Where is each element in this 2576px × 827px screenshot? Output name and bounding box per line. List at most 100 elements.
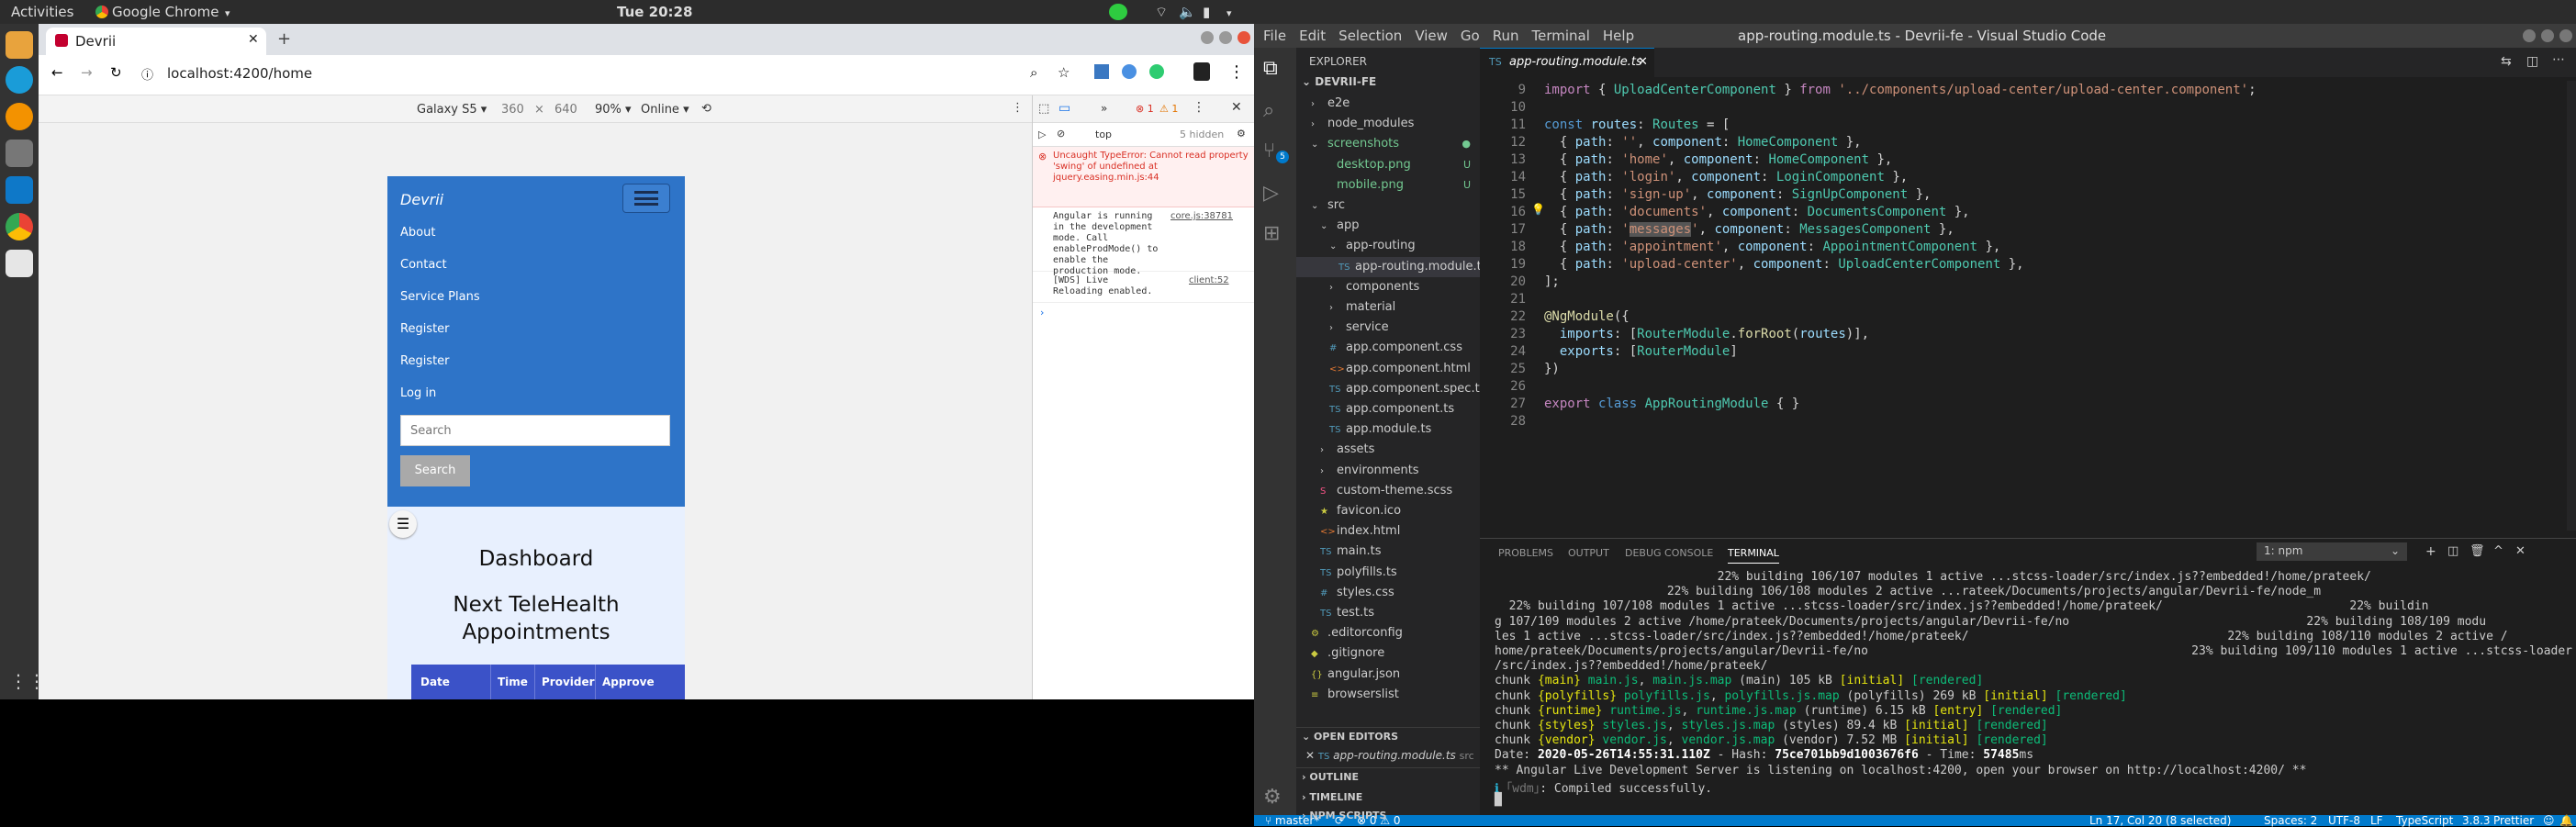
url-field[interactable]: localhost:4200/home [167, 65, 312, 82]
devtools-menu-icon[interactable]: ⋮ [1193, 100, 1205, 115]
sidebar-toggle-icon[interactable]: ▷ [1038, 129, 1046, 140]
device-height[interactable]: 640 [554, 103, 577, 117]
tree-file[interactable]: ≡ browserslist [1296, 685, 1480, 705]
lightbulb-icon[interactable]: 💡 [1531, 203, 1545, 216]
extension-2-icon[interactable] [1122, 64, 1137, 79]
tree-folder[interactable]: ⌄ app [1296, 216, 1480, 236]
postman-icon[interactable] [6, 103, 33, 130]
nav-link-register-2[interactable]: Register [400, 354, 450, 368]
feedback-icon[interactable]: ☺ [2543, 814, 2555, 827]
nav-link-register-1[interactable]: Register [400, 322, 450, 336]
sidebar-menu-icon[interactable]: ☰ [389, 510, 417, 538]
vscode-minimize-button[interactable] [2523, 29, 2536, 42]
tree-file[interactable]: ★ favicon.ico [1296, 501, 1480, 521]
info-source-link[interactable]: core.js:38781 [1170, 211, 1233, 221]
navbar-toggle-button[interactable] [622, 184, 670, 213]
terminal-output[interactable]: 22% building 106/107 modules 1 active ..… [1480, 566, 2576, 814]
nav-link-login[interactable]: Log in [400, 386, 436, 400]
code-area[interactable]: 9 import { UploadCenterComponent } from … [1480, 83, 2576, 532]
table-header-approve[interactable]: Approve [602, 676, 655, 688]
clear-console-icon[interactable]: ⊘ [1057, 128, 1065, 140]
editor-scrollbar[interactable] [2567, 81, 2576, 531]
chrome-icon[interactable] [6, 213, 33, 240]
info-icon[interactable]: ⓘ [141, 65, 153, 83]
run-debug-icon[interactable]: ▷ [1263, 182, 1279, 205]
menu-selection[interactable]: Selection [1338, 28, 1402, 44]
search-button[interactable]: Search [400, 455, 470, 486]
app-menu[interactable]: Google Chrome [112, 4, 219, 20]
brand-logo[interactable]: Devrii [400, 191, 443, 208]
project-folder[interactable]: ⌄ DEVRII-FE [1302, 75, 1376, 88]
outline-header[interactable]: › OUTLINE [1302, 771, 1359, 783]
editor-more-icon[interactable]: ⋯ [2552, 52, 2565, 67]
tree-folder[interactable]: ⌄ src [1296, 196, 1480, 216]
notifications-icon[interactable]: 🔔 [2559, 814, 2573, 827]
table-header-provider[interactable]: Provider [542, 676, 595, 688]
npm-scripts-header[interactable]: › NPM SCRIPTS [1302, 810, 1386, 821]
wds-source-link[interactable]: client:52 [1189, 275, 1229, 285]
tab-output[interactable]: OUTPUT [1568, 547, 1609, 559]
nav-link-contact[interactable]: Contact [400, 258, 447, 272]
tree-file[interactable]: TS main.ts [1296, 542, 1480, 562]
close-devtools-icon[interactable]: ✕ [1231, 100, 1242, 115]
tab-problems[interactable]: PROBLEMS [1498, 547, 1553, 559]
cursor-position[interactable]: Ln 17, Col 20 (8 selected) [2089, 814, 2231, 827]
profile-avatar[interactable] [1193, 62, 1210, 81]
tree-file[interactable]: # styles.css [1296, 583, 1480, 603]
error-count[interactable]: ⊗ 1 [1136, 103, 1154, 115]
indentation[interactable]: Spaces: 2 [2264, 814, 2317, 827]
error-text[interactable]: Uncaught TypeError: Cannot read property… [1053, 151, 1251, 184]
clock[interactable]: Tue 20:28 [617, 4, 692, 20]
tree-file[interactable]: <>app.component.html [1296, 359, 1480, 379]
zoom-select[interactable]: 90% ▾ [595, 103, 632, 117]
chrome-menu-icon[interactable]: ⋮ [1228, 62, 1245, 82]
encoding[interactable]: UTF-8 [2328, 814, 2360, 827]
tree-folder[interactable]: ⌄ screenshots ● [1296, 134, 1480, 154]
document-viewer-icon[interactable] [6, 250, 33, 277]
tab-debug-console[interactable]: DEBUG CONSOLE [1625, 547, 1713, 559]
tab-terminal[interactable]: TERMINAL [1728, 547, 1779, 564]
editor-tab-active[interactable]: TS app-routing.module.ts ✕ [1480, 48, 1654, 77]
close-window-button[interactable] [1238, 31, 1250, 44]
files-icon[interactable] [6, 140, 33, 167]
menu-view[interactable]: View [1415, 28, 1448, 44]
search-input[interactable] [400, 415, 670, 446]
minimize-button[interactable] [1201, 31, 1214, 44]
volume-icon[interactable]: 🔈 [1179, 4, 1196, 20]
extensions-icon[interactable]: ⊞ [1263, 222, 1280, 245]
nav-link-about[interactable]: About [400, 226, 435, 240]
context-select[interactable]: top [1095, 129, 1112, 140]
table-header-date[interactable]: Date [420, 676, 450, 688]
vscode-maximize-button[interactable] [2541, 29, 2554, 42]
tree-file[interactable]: Scustom-theme.scss [1296, 481, 1480, 501]
tree-folder[interactable]: › environments [1296, 461, 1480, 481]
tree-file[interactable]: TS app.component.spec.ts [1296, 379, 1480, 399]
menu-go[interactable]: Go [1461, 28, 1480, 44]
menu-help[interactable]: Help [1603, 28, 1634, 44]
device-width[interactable]: 360 [501, 103, 524, 117]
tree-file[interactable]: mobile.png U [1296, 175, 1480, 196]
tree-folder[interactable]: › assets [1296, 440, 1480, 460]
tree-file[interactable]: TS test.ts [1296, 603, 1480, 623]
activities-button[interactable]: Activities [11, 4, 73, 20]
menu-run[interactable]: Run [1493, 28, 1519, 44]
timeline-header[interactable]: › TIMELINE [1302, 791, 1362, 803]
inspect-icon[interactable]: ⬚ [1038, 102, 1049, 116]
source-control-icon[interactable]: ⑂ [1263, 140, 1275, 162]
explorer-icon[interactable]: ⧉ [1263, 57, 1278, 80]
vscode-icon[interactable] [6, 176, 33, 204]
bookmark-star-icon[interactable]: ☆ [1058, 64, 1070, 81]
tree-file[interactable]: desktop.png U [1296, 155, 1480, 175]
browser-tab[interactable]: Devrii ✕ [46, 28, 266, 55]
table-header-time[interactable]: Time [498, 676, 528, 688]
nav-link-service-plans[interactable]: Service Plans [400, 290, 480, 304]
open-editor-item[interactable]: ✕ TS app-routing.module.ts src [1305, 749, 1474, 762]
split-editor-icon[interactable]: ◫ [2526, 54, 2538, 69]
tree-folder[interactable]: › components [1296, 277, 1480, 297]
sublime-icon[interactable] [6, 31, 33, 59]
reload-icon[interactable]: ↻ [110, 64, 122, 81]
new-tab-button[interactable]: + [277, 29, 291, 49]
skype-icon[interactable] [6, 66, 33, 94]
menu-edit[interactable]: Edit [1299, 28, 1326, 44]
new-terminal-icon[interactable]: + [2425, 544, 2436, 559]
